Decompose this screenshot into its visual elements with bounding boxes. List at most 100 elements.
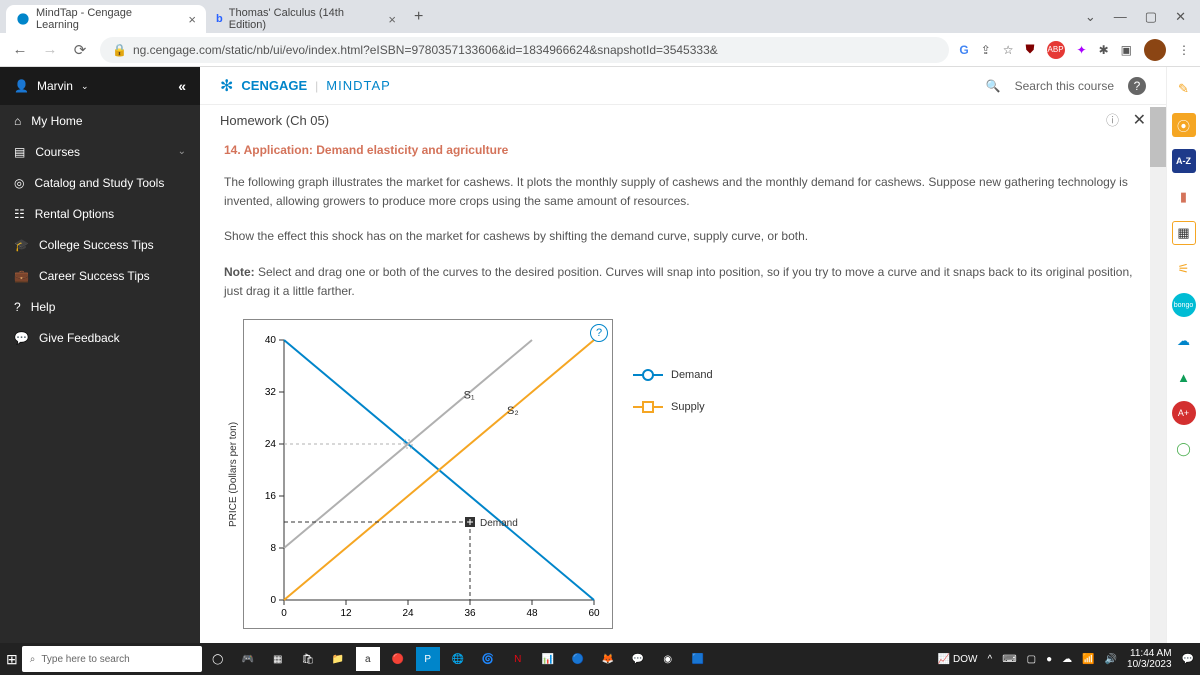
bongo-icon[interactable]: bongo <box>1172 293 1196 317</box>
svg-text:0: 0 <box>270 595 276 606</box>
tray-chevron[interactable]: ^ <box>988 654 993 665</box>
rss-icon[interactable]: ⦿ <box>1172 113 1196 137</box>
search-label[interactable]: Search this course <box>1015 79 1114 93</box>
grade-icon[interactable]: A+ <box>1172 401 1196 425</box>
menu-icon[interactable]: ⋮ <box>1178 43 1190 57</box>
sidebar-item-catalog[interactable]: ◎Catalog and Study Tools <box>0 167 200 198</box>
legend-marker-supply <box>633 406 663 408</box>
chart-help-icon[interactable]: ? <box>590 324 608 342</box>
browser-tab-active[interactable]: MindTap - Cengage Learning × <box>6 5 206 33</box>
reload-button[interactable]: ⟳ <box>70 40 90 60</box>
clock-time[interactable]: 11:44 AM <box>1127 648 1172 659</box>
lock-icon: 🔒 <box>112 43 127 57</box>
edge-icon[interactable]: 🌀 <box>476 647 500 671</box>
info-icon[interactable]: ⓘ <box>1106 113 1119 128</box>
discord-icon[interactable]: 💬 <box>626 647 650 671</box>
firefox-icon[interactable]: 🦊 <box>596 647 620 671</box>
wifi-icon[interactable]: 📶 <box>1082 654 1094 665</box>
tray-icon[interactable]: ● <box>1046 654 1052 665</box>
chevron-down-icon[interactable]: ⌄ <box>1085 9 1096 25</box>
sidebar-item-feedback[interactable]: 💬Give Feedback <box>0 322 200 353</box>
homework-title: Homework (Ch 05) <box>220 113 329 128</box>
audio-icon[interactable]: ⚟ <box>1172 257 1196 281</box>
sidebar-item-career[interactable]: 💼Career Success Tips <box>0 260 200 291</box>
clock-date[interactable]: 10/3/2023 <box>1127 659 1172 670</box>
minimize-icon[interactable]: — <box>1114 9 1127 25</box>
sidebar-item-home[interactable]: ⌂My Home <box>0 105 200 136</box>
windows-taskbar: ⊞ ⌕ Type here to search ◯ 🎮 ▦ 🛍 📁 a 🔴 P … <box>0 643 1200 675</box>
browser-tab[interactable]: b Thomas' Calculus (14th Edition) × <box>206 5 406 33</box>
stock-widget[interactable]: 📈 DOW <box>938 654 978 665</box>
compass-icon: ◎ <box>14 176 24 190</box>
star-icon[interactable]: ☆ <box>1003 43 1014 57</box>
maximize-icon[interactable]: ▢ <box>1145 9 1157 25</box>
close-icon[interactable]: ✕ <box>1175 9 1186 25</box>
sound-icon[interactable]: 🔊 <box>1105 654 1117 665</box>
close-icon[interactable]: ✕ <box>1133 112 1146 129</box>
app-icon[interactable]: 📊 <box>536 647 560 671</box>
homework-title-bar: Homework (Ch 05) ⓘ ✕ <box>200 105 1166 135</box>
app-icon[interactable]: ◉ <box>656 647 680 671</box>
pencil-icon[interactable]: ✎ <box>1172 77 1196 101</box>
taskbar-search[interactable]: ⌕ Type here to search <box>22 646 202 672</box>
az-icon[interactable]: A-Z <box>1172 149 1196 173</box>
sidebar-item-rental[interactable]: ☷Rental Options <box>0 198 200 229</box>
url-input[interactable]: 🔒 ng.cengage.com/static/nb/ui/evo/index.… <box>100 37 949 63</box>
profile-avatar[interactable] <box>1144 39 1166 61</box>
pandora-icon[interactable]: P <box>416 647 440 671</box>
back-button[interactable]: ← <box>10 40 30 60</box>
extensions-icon[interactable]: ✱ <box>1099 43 1109 57</box>
amazon-icon[interactable]: a <box>356 647 380 671</box>
store-icon[interactable]: 🛍 <box>296 647 320 671</box>
unknown-icon[interactable]: 🔴 <box>386 647 410 671</box>
cortana-icon[interactable]: ◯ <box>206 647 230 671</box>
ublock-icon[interactable]: ⛊ <box>1026 42 1035 57</box>
drive-icon[interactable]: ▲ <box>1172 365 1196 389</box>
chrome-icon[interactable]: 🌐 <box>446 647 470 671</box>
help-icon[interactable]: ? <box>1128 77 1146 95</box>
legend-supply[interactable]: Supply <box>633 401 713 413</box>
sidebar-item-help[interactable]: ?Help <box>0 291 200 322</box>
user-menu[interactable]: 👤 Marvin ⌄ « <box>0 67 200 105</box>
sidebar-item-courses[interactable]: ▤Courses⌄ <box>0 136 200 167</box>
notes-icon[interactable]: ▦ <box>1172 221 1196 245</box>
forward-button[interactable]: → <box>40 40 60 60</box>
keyboard-icon[interactable]: ⌨ <box>1002 654 1016 665</box>
progress-icon[interactable]: ◯ <box>1172 437 1196 461</box>
svg-text:24: 24 <box>402 608 414 619</box>
xbox-icon[interactable]: 🎮 <box>236 647 260 671</box>
google-icon[interactable]: G <box>959 43 968 57</box>
chevron-down-icon: ⌄ <box>178 146 186 157</box>
app-icon[interactable]: 🟦 <box>686 647 710 671</box>
netflix-icon[interactable]: N <box>506 647 530 671</box>
panel-icon[interactable]: ▣ <box>1121 43 1132 57</box>
scroll-thumb[interactable] <box>1150 107 1166 167</box>
extension-icon[interactable]: ✦ <box>1077 43 1087 57</box>
scrollbar[interactable] <box>1150 107 1166 643</box>
close-icon[interactable]: × <box>188 12 196 27</box>
close-icon[interactable]: × <box>388 12 396 27</box>
cloud-icon[interactable]: ☁ <box>1172 329 1196 353</box>
help-icon: ? <box>14 300 21 314</box>
search-icon[interactable]: 🔍 <box>986 79 1001 93</box>
taskview-icon[interactable]: ▦ <box>266 647 290 671</box>
app-header: ✻ CENGAGE | MINDTAP 🔍 Search this course… <box>200 67 1166 105</box>
abp-icon[interactable]: ABP <box>1047 41 1065 59</box>
legend-demand[interactable]: Demand <box>633 369 713 381</box>
share-icon[interactable]: ⇪ <box>981 43 991 57</box>
mindtap-brand: MINDTAP <box>326 78 391 93</box>
sidebar-item-college[interactable]: 🎓College Success Tips <box>0 229 200 260</box>
briefcase-icon: 💼 <box>14 269 29 283</box>
notifications-icon[interactable]: 💬 <box>1182 654 1194 665</box>
tray-icon[interactable]: ▢ <box>1027 654 1036 665</box>
onedrive-icon[interactable]: ☁ <box>1062 654 1072 665</box>
collapse-icon[interactable]: « <box>178 78 186 94</box>
app-icon[interactable]: 🔵 <box>566 647 590 671</box>
chart-canvas[interactable]: ? 012243648600816243240S₁S₂Demand <box>243 319 613 629</box>
start-button[interactable]: ⊞ <box>6 651 18 668</box>
book-icon[interactable]: ▮ <box>1172 185 1196 209</box>
explorer-icon[interactable]: 📁 <box>326 647 350 671</box>
new-tab-button[interactable]: + <box>414 8 423 26</box>
search-icon: ⌕ <box>30 654 36 665</box>
svg-text:0: 0 <box>281 608 287 619</box>
